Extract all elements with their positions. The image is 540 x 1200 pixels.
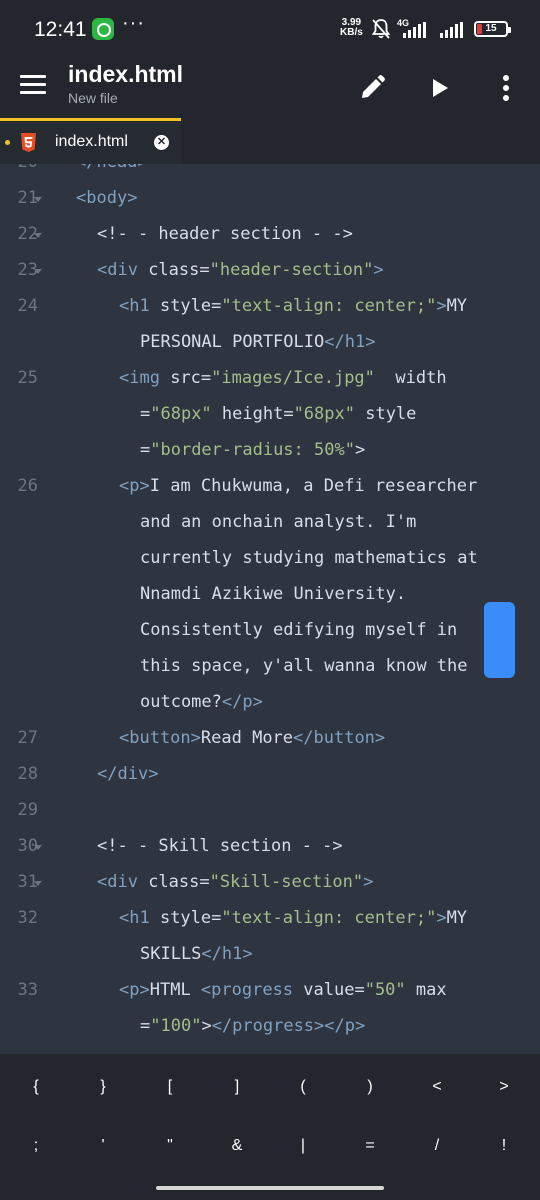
- code-line: outcome?</p>: [140, 692, 263, 712]
- more-dots-icon: ···: [122, 12, 145, 34]
- code-line: <!- - header section - ->: [97, 224, 353, 244]
- line-number: 29: [17, 800, 38, 820]
- symbol-key[interactable]: ]: [207, 1067, 267, 1107]
- run-button[interactable]: [420, 68, 460, 108]
- symbol-key[interactable]: /: [407, 1126, 467, 1166]
- symbol-key[interactable]: ;: [6, 1126, 66, 1166]
- symbol-key[interactable]: ": [140, 1126, 200, 1166]
- code-line: ="border-radius: 50%">: [140, 440, 366, 460]
- code-line: <p>I am Chukwuma, a Defi researcher: [119, 476, 478, 496]
- tab-bar: index.html ✕: [0, 118, 540, 164]
- fold-arrow-icon[interactable]: [34, 269, 42, 274]
- code-line: SKILLS</h1>: [140, 944, 253, 964]
- code-line: <h1 style="text-align: center;">MY: [119, 908, 468, 928]
- fold-arrow-icon[interactable]: [34, 233, 42, 238]
- file-title: index.html: [68, 61, 184, 87]
- fold-arrow-icon[interactable]: [34, 845, 42, 850]
- battery-icon: 15: [474, 21, 511, 37]
- code-line: </div>: [97, 764, 159, 784]
- fold-arrow-icon[interactable]: [34, 197, 42, 202]
- line-number: 24: [17, 296, 38, 316]
- symbol-key[interactable]: ': [73, 1126, 133, 1166]
- whatsapp-icon: [92, 18, 114, 40]
- tab-index-html[interactable]: index.html ✕: [0, 118, 181, 164]
- status-bar: 12:41 ··· 3.99 KB/s 4G 15: [0, 0, 540, 58]
- code-line: <h1 style="text-align: center;">MY: [119, 296, 468, 316]
- fold-arrow-icon[interactable]: [34, 881, 42, 886]
- close-tab-icon[interactable]: ✕: [154, 135, 169, 150]
- line-number: 33: [17, 980, 38, 1000]
- code-line: this space, y'all wanna know the: [140, 656, 468, 676]
- code-line: ="100"></progress></p>: [140, 1016, 366, 1036]
- code-line: currently studying mathematics at: [140, 548, 478, 568]
- symbol-key[interactable]: >: [474, 1067, 534, 1107]
- code-line: Nnamdi Azikiwe University.: [140, 584, 407, 604]
- more-options-button[interactable]: [486, 68, 526, 108]
- unsaved-dot-icon: [5, 140, 10, 145]
- tab-label: index.html: [55, 133, 128, 150]
- symbol-key[interactable]: |: [273, 1126, 333, 1166]
- line-number: 32: [17, 908, 38, 928]
- line-number: 31: [17, 872, 38, 892]
- symbol-key[interactable]: <: [407, 1067, 467, 1107]
- line-number: 20: [0, 164, 38, 172]
- symbol-key[interactable]: =: [340, 1126, 400, 1166]
- html5-icon: [21, 133, 36, 152]
- app-toolbar: index.html New file: [0, 58, 540, 118]
- symbol-key[interactable]: &: [207, 1126, 267, 1166]
- symbol-key[interactable]: !: [474, 1126, 534, 1166]
- edit-button[interactable]: [352, 68, 392, 108]
- signal-bars-icon: [403, 22, 426, 38]
- code-line: <img src="images/Ice.jpg" width: [119, 368, 447, 388]
- code-line: <body>: [76, 188, 138, 208]
- code-line: </head>: [76, 164, 148, 172]
- code-editor[interactable]: 20 21 22 23 24 25 26 27 28 29 30 31 32 3…: [0, 164, 540, 1054]
- file-subtitle: New file: [68, 90, 118, 106]
- scroll-thumb[interactable]: [484, 602, 515, 678]
- symbol-key[interactable]: (: [273, 1067, 333, 1107]
- code-line: <button>Read More</button>: [119, 728, 386, 748]
- code-line: <!- - Skill section - ->: [97, 836, 343, 856]
- line-number: 30: [17, 836, 38, 856]
- code-line: <div class="Skill-section">: [97, 872, 374, 892]
- code-line: <div class="header-section">: [97, 260, 384, 280]
- line-number: 22: [17, 224, 38, 244]
- symbol-key[interactable]: {: [6, 1067, 66, 1107]
- code-line: ="68px" height="68px" style: [140, 404, 417, 424]
- signal-bars-icon: [440, 22, 463, 38]
- line-number: 25: [17, 368, 38, 388]
- line-number: 27: [17, 728, 38, 748]
- run-icon: [433, 79, 448, 97]
- home-indicator[interactable]: [156, 1186, 384, 1190]
- symbol-key[interactable]: ): [340, 1067, 400, 1107]
- line-number: 21: [17, 188, 38, 208]
- code-line: PERSONAL PORTFOLIO</h1>: [140, 332, 376, 352]
- symbol-key[interactable]: [: [140, 1067, 200, 1107]
- net-speed: 3.99 KB/s: [340, 17, 363, 38]
- line-number: 26: [17, 476, 38, 496]
- symbol-keyboard: { } [ ] ( ) < > ; ' " & | = / !: [0, 1054, 540, 1200]
- code-line: Consistently edifying myself in: [140, 620, 458, 640]
- menu-icon[interactable]: [20, 75, 46, 95]
- code-line: <p>HTML <progress value="50" max: [119, 980, 447, 1000]
- code-line: and an onchain analyst. I'm: [140, 512, 417, 532]
- status-time: 12:41: [34, 18, 87, 41]
- bell-muted-icon: [371, 19, 391, 39]
- line-number: 28: [17, 764, 38, 784]
- more-vertical-icon: [503, 75, 509, 101]
- edit-icon: [362, 75, 385, 98]
- line-number: 23: [17, 260, 38, 280]
- symbol-key[interactable]: }: [73, 1067, 133, 1107]
